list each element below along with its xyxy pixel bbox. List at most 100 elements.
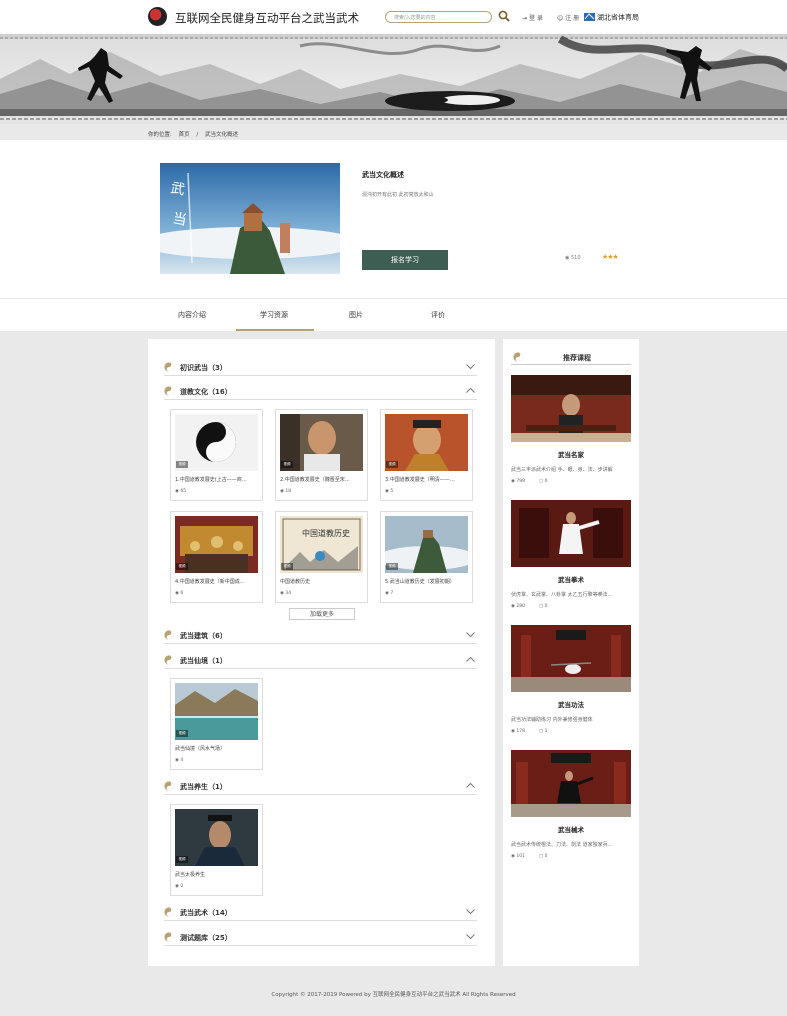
course-stats: ◉ 101 ▢ 0: [511, 854, 548, 859]
resource-card[interactable]: 视频 5.武当山道教历史（发展初期） ◉ 7: [380, 511, 473, 603]
resource-title[interactable]: 4.中国道教发展史（新中国成…: [175, 578, 260, 585]
tab-resources[interactable]: 学习资源: [260, 310, 288, 320]
section-header-health[interactable]: 武当养生（1）: [164, 781, 477, 795]
yin-yang-icon: [164, 362, 174, 372]
brand-logo[interactable]: 湖北省体育局: [584, 11, 640, 22]
resource-card[interactable]: 视频 1.中国道教发展史(上古——商… ◉ 65: [170, 409, 263, 501]
chevron-down-icon[interactable]: [466, 933, 475, 940]
course-description: 武当武术传统棍法、刀法、剑法 道家独家兵…: [511, 842, 613, 848]
section-title: 武当建筑: [180, 632, 208, 640]
course-stats: ◉ 798 ▢ 0: [511, 479, 548, 484]
section-header-martial-arts[interactable]: 武当武术（14）: [164, 907, 477, 921]
course-stats: ◉ 178 ▢ 1: [511, 729, 548, 734]
course-title[interactable]: 武当械术: [511, 824, 631, 834]
course-title[interactable]: 武当功法: [511, 699, 631, 709]
footer-copyright: Copyright © 2017-2019 Powered by 互联网全民健身…: [271, 992, 516, 998]
course-title[interactable]: 武当名家: [511, 449, 631, 459]
tab-reviews[interactable]: 评价: [431, 310, 445, 320]
tab-intro[interactable]: 内容介绍: [178, 310, 206, 320]
recommended-course[interactable]: 武当名家 武当三丰派武术介绍 手、眼、身、法、步讲解 ◉ 798 ▢ 0: [511, 375, 631, 495]
video-tag: 视频: [386, 563, 398, 570]
section-header-quiz[interactable]: 测试题库（25）: [164, 932, 477, 946]
section-title: 武当仙境: [180, 657, 208, 665]
svg-text:湖北省体育局: 湖北省体育局: [597, 13, 639, 22]
breadcrumb-label: 你的位置:: [148, 132, 172, 138]
resource-views: ◉ 65: [175, 489, 187, 494]
section-count: （25）: [208, 934, 232, 942]
resource-card[interactable]: 视频 2.中国道教发展史（魏晋至宋… ◉ 18: [275, 409, 368, 501]
resource-views: ◉ 7: [385, 591, 394, 596]
site-title[interactable]: 互联网全民健身互动平台之武当武术: [175, 10, 359, 26]
resource-views: ◉ 5: [385, 489, 394, 494]
video-tag: 视频: [176, 461, 188, 468]
section-header-taoism[interactable]: 道教文化（16）: [164, 386, 477, 400]
resource-card[interactable]: 视频 武当仙境（风水气场） ◉ 4: [170, 678, 263, 770]
resource-title[interactable]: 武当仙境（风水气场）: [175, 745, 260, 752]
chevron-down-icon[interactable]: [466, 908, 475, 915]
recommended-course[interactable]: 武当械术 武当武术传统棍法、刀法、剑法 道家独家兵… ◉ 101 ▢ 0: [511, 750, 631, 870]
yin-yang-icon: [164, 932, 174, 942]
course-cover-image: 武 当: [160, 163, 340, 274]
recommended-course[interactable]: 武当拳术 伏虎掌、玄武掌、八卦掌 太乙五行擎等拳法… ◉ 280 ▢ 0: [511, 500, 631, 620]
enroll-button[interactable]: 报名学习: [362, 250, 448, 270]
recommended-course[interactable]: 武当功法 武当功法辅助练习 内外兼修强身健体 ◉ 178 ▢ 1: [511, 625, 631, 745]
breadcrumb-home[interactable]: 首页: [179, 132, 190, 138]
section-count: （16）: [208, 388, 232, 396]
section-header-wonderland[interactable]: 武当仙境（1）: [164, 655, 477, 669]
register-link[interactable]: ☺ 注 册: [557, 13, 579, 22]
section-count: （1）: [208, 657, 227, 665]
course-description: 武当三丰派武术介绍 手、眼、身、法、步讲解: [511, 467, 613, 473]
course-thumbnail: [511, 500, 631, 567]
resource-title[interactable]: 2.中国道教发展史（魏晋至宋…: [280, 476, 365, 483]
section-title: 测试题库: [180, 934, 208, 942]
section-title: 道教文化: [180, 388, 208, 396]
tab-images[interactable]: 图片: [349, 310, 363, 320]
sidebar-title: 推荐课程: [563, 354, 591, 362]
resource-views: ◉ 34: [280, 591, 292, 596]
sidebar-header: 推荐课程: [511, 351, 631, 365]
load-more-button[interactable]: 加载更多: [289, 608, 355, 620]
yin-yang-icon: [164, 781, 174, 791]
svg-text:当: 当: [171, 211, 188, 229]
chevron-down-icon[interactable]: [466, 363, 475, 370]
yin-yang-icon: [164, 386, 174, 396]
site-logo-icon[interactable]: [148, 7, 167, 26]
video-tag: 视频: [281, 461, 293, 468]
breadcrumb: 你的位置: 首页 / 武当文化概述: [148, 130, 243, 138]
resource-card[interactable]: 中国道教历史 视频 中国道教历史 ◉ 34: [275, 511, 368, 603]
section-header-architecture[interactable]: 武当建筑（6）: [164, 630, 477, 644]
resource-title[interactable]: 1.中国道教发展史(上古——商…: [175, 476, 260, 483]
chevron-down-icon[interactable]: [466, 631, 475, 638]
chevron-up-icon[interactable]: [466, 782, 475, 789]
course-title[interactable]: 武当拳术: [511, 574, 631, 584]
chevron-up-icon[interactable]: [466, 656, 475, 663]
resource-card[interactable]: 视频 4.中国道教发展史（新中国成… ◉ 6: [170, 511, 263, 603]
course-subtitle: 混沌初开有此初 此初简放太和山: [362, 192, 434, 198]
resource-title[interactable]: 5.武当山道教历史（发展初期）: [385, 578, 470, 585]
video-tag: 视频: [386, 461, 398, 468]
resource-views: ◉ 18: [280, 489, 292, 494]
section-title: 武当养生: [180, 783, 208, 791]
banner-image: [0, 34, 787, 124]
search-input[interactable]: 搜索/入您要的内容: [385, 11, 492, 23]
resource-card[interactable]: 视频 3.中国道教发展史（明清——… ◉ 5: [380, 409, 473, 501]
yin-yang-icon: [513, 352, 523, 362]
section-count: （3）: [208, 364, 227, 372]
resource-card[interactable]: 视频 武当太极养生 ◉ 0: [170, 804, 263, 896]
breadcrumb-current: 武当文化概述: [204, 132, 238, 138]
section-header-intro[interactable]: 初识武当（3）: [164, 362, 477, 376]
user-icon: ☺: [557, 15, 566, 22]
resource-title[interactable]: 中国道教历史: [280, 578, 365, 585]
resource-title[interactable]: 武当太极养生: [175, 871, 260, 878]
search-icon[interactable]: [498, 10, 510, 22]
video-tag: 视频: [176, 730, 188, 737]
svg-text:武: 武: [169, 180, 186, 198]
course-stats: ◉ 280 ▢ 0: [511, 604, 548, 609]
section-title: 初识武当: [180, 364, 208, 372]
course-thumbnail: [511, 375, 631, 442]
yin-yang-icon: [164, 907, 174, 917]
chevron-up-icon[interactable]: [466, 387, 475, 394]
course-description: 伏虎掌、玄武掌、八卦掌 太乙五行擎等拳法…: [511, 592, 613, 598]
resource-title[interactable]: 3.中国道教发展史（明清——…: [385, 476, 470, 483]
login-link[interactable]: ⇥ 登 录: [522, 13, 543, 22]
